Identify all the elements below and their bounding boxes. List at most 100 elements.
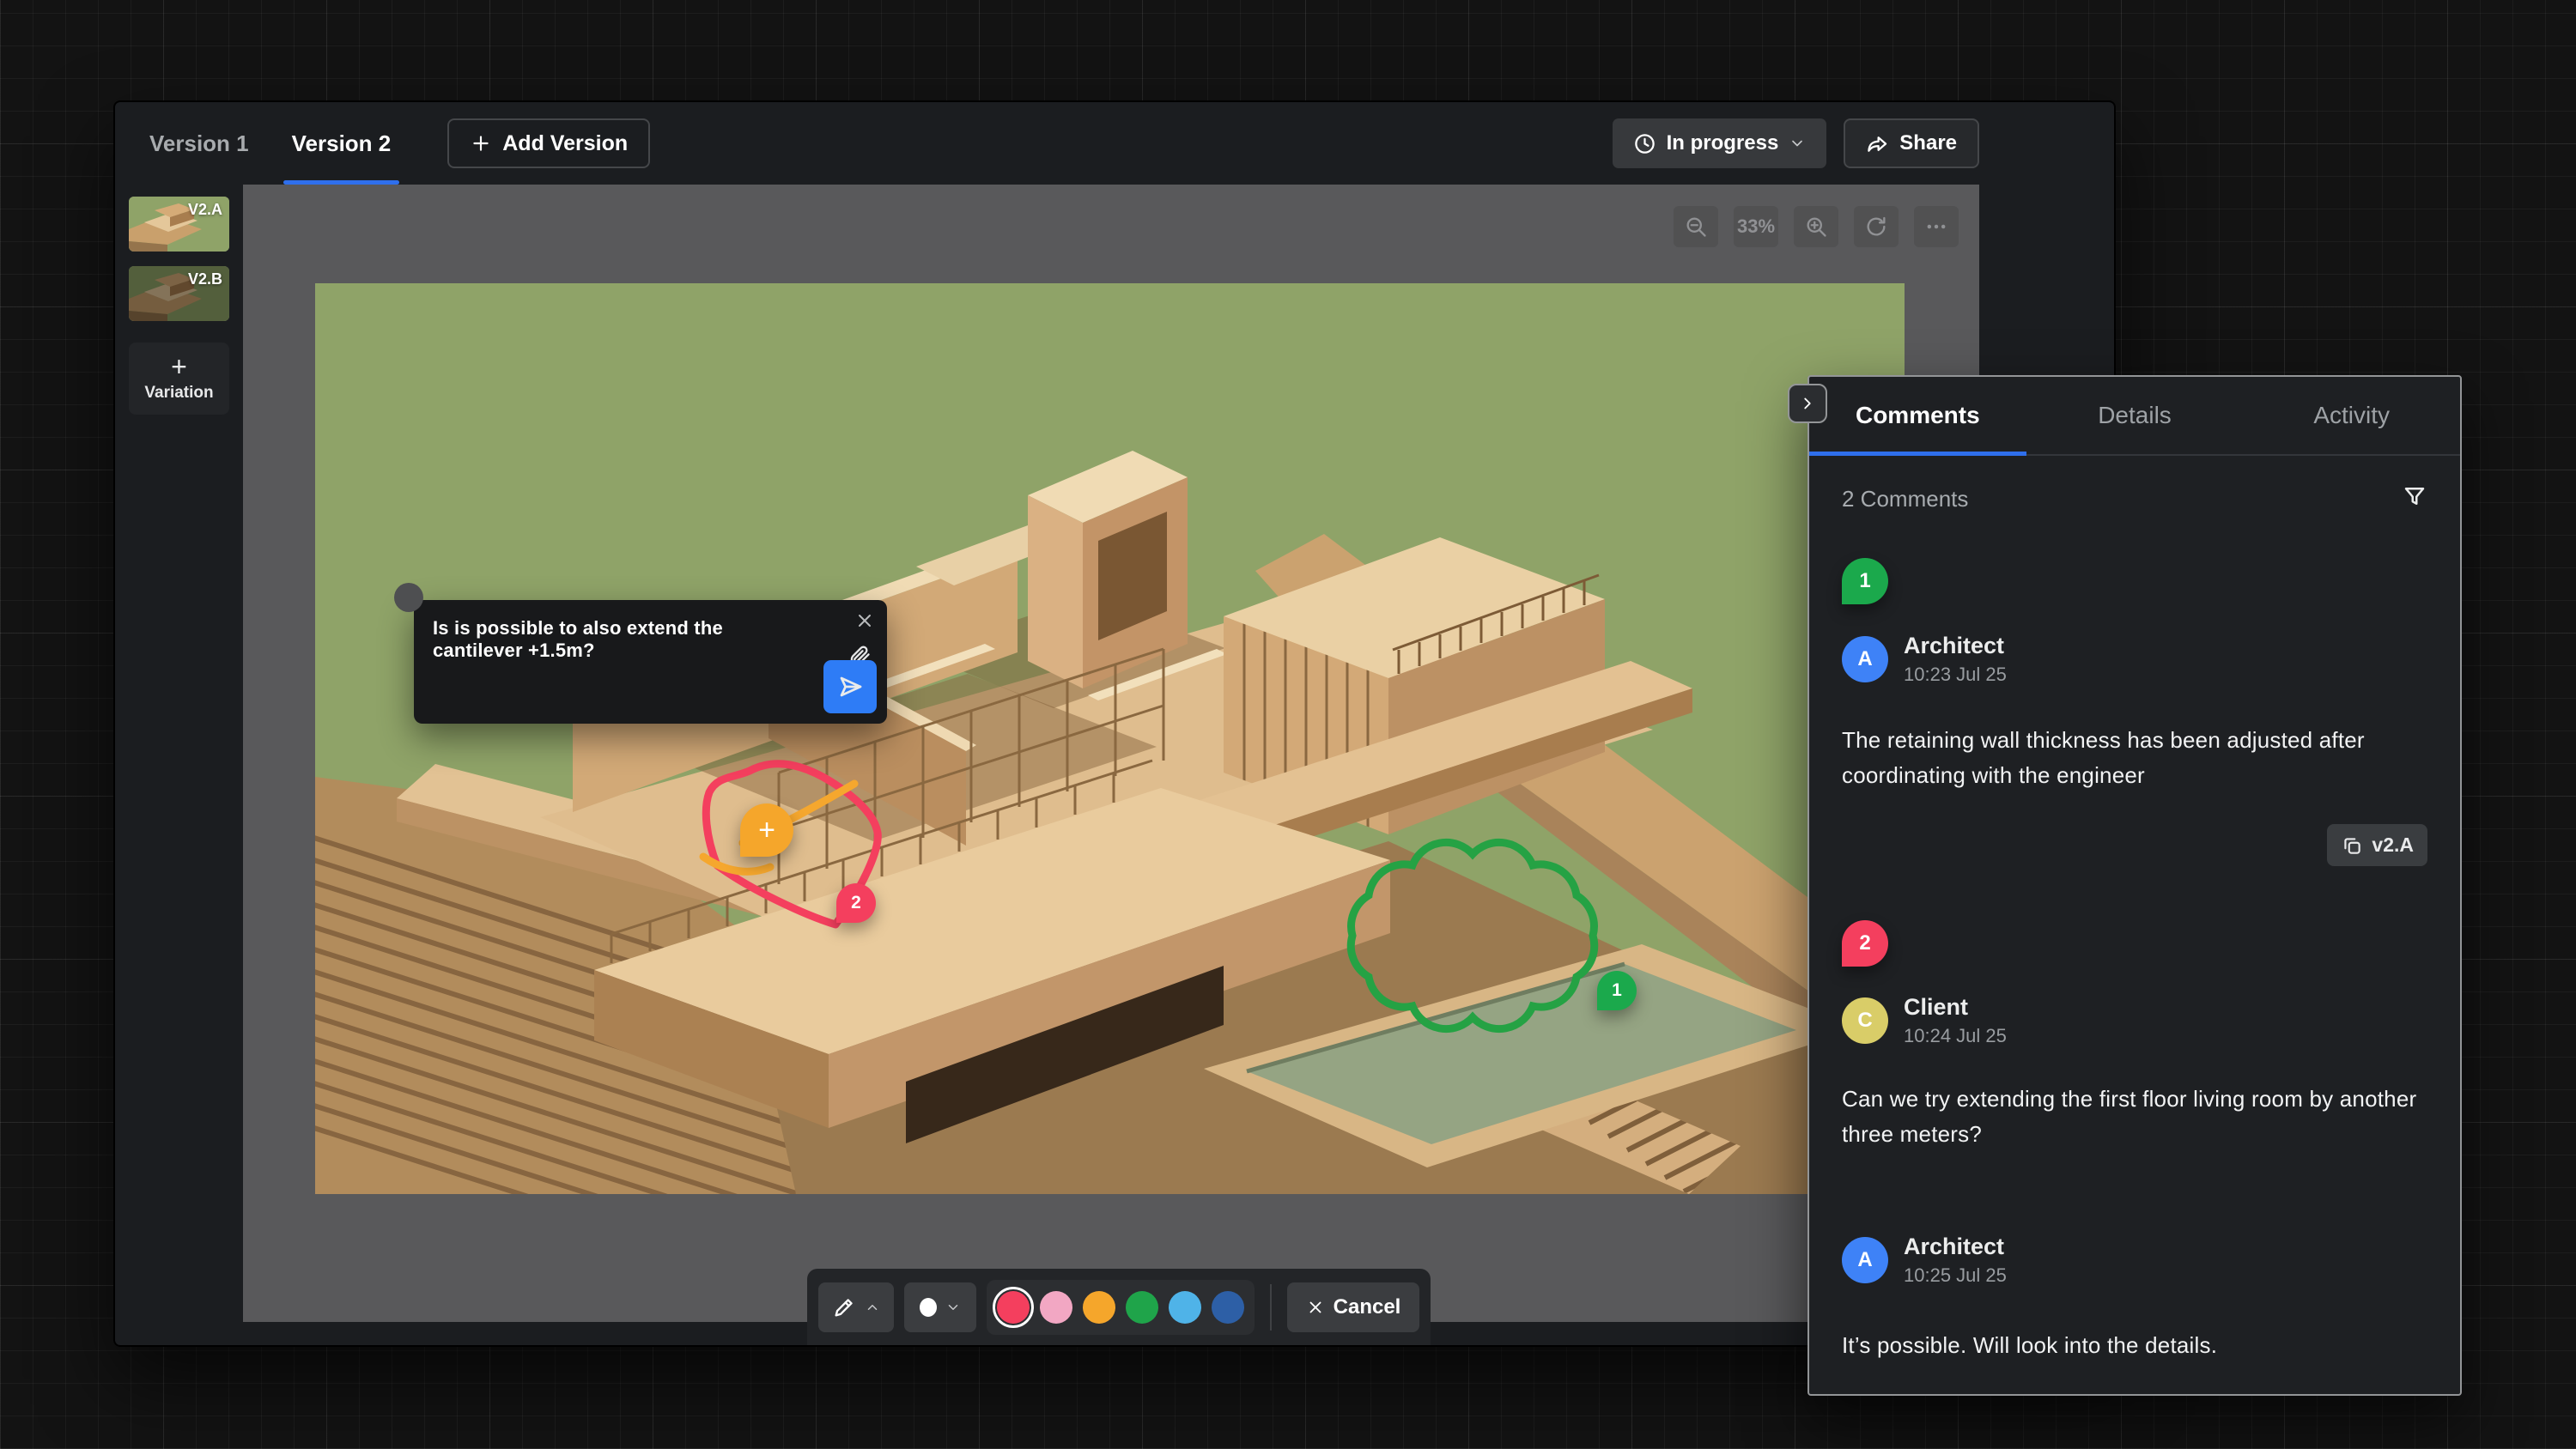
plus-icon: +: [171, 355, 187, 379]
avatar-initial: A: [1857, 1248, 1872, 1272]
send-comment-button[interactable]: [823, 660, 877, 713]
add-version-label: Add Version: [502, 131, 628, 156]
comment-pin-2[interactable]: 2: [836, 883, 876, 923]
comment-pin-1-label: 1: [1612, 980, 1622, 1001]
zoom-out-button[interactable]: [1674, 206, 1718, 247]
stroke-size-button[interactable]: [904, 1282, 976, 1332]
toolbar-divider: [1270, 1284, 1272, 1331]
zoom-level[interactable]: 33%: [1734, 206, 1778, 247]
clock-icon: [1633, 132, 1656, 155]
top-bar: Version 1 Version 2 Add Version In progr…: [115, 102, 2114, 185]
add-variation-button[interactable]: + Variation: [129, 343, 229, 415]
avatar: C: [1842, 997, 1888, 1044]
avatar: A: [1842, 636, 1888, 682]
swatch-pink[interactable]: [1040, 1291, 1072, 1324]
comment-timestamp: 10:25 Jul 25: [1904, 1264, 2007, 1287]
swatch-green[interactable]: [1126, 1291, 1158, 1324]
zoom-in-button[interactable]: [1794, 206, 1838, 247]
swatch-lightblue[interactable]: [1169, 1291, 1201, 1324]
variation-sidebar: V2.A V2.B + Variation: [115, 185, 243, 1345]
tab-details[interactable]: Details: [2026, 377, 2244, 454]
swatch-red[interactable]: [997, 1291, 1030, 1324]
refresh-icon: [1864, 215, 1888, 239]
new-comment-pin-label: +: [758, 814, 775, 847]
tab-activity-label: Activity: [2313, 402, 2390, 429]
avatar: A: [1842, 1237, 1888, 1283]
versions-icon: [2341, 834, 2363, 857]
comment-input-text[interactable]: Is is possible to also extend the cantil…: [433, 617, 810, 662]
comments-panel: Comments Details Activity 2 Comments 1 A: [1807, 375, 2462, 1396]
comment-timestamp: 10:24 Jul 25: [1904, 1025, 2007, 1047]
share-icon: [1866, 132, 1889, 155]
refresh-button[interactable]: [1854, 206, 1899, 247]
tab-version-2[interactable]: Version 2: [283, 102, 400, 185]
swatch-orange[interactable]: [1083, 1291, 1115, 1324]
desktop: { "window": { "topbar": { "tabs": [ {"la…: [0, 0, 2576, 1449]
swatch-darkblue[interactable]: [1212, 1291, 1244, 1324]
thumbnail-v2b[interactable]: V2.B: [129, 266, 229, 321]
pencil-icon: [832, 1295, 856, 1319]
comment-text: Can we try extending the first floor liv…: [1842, 1082, 2427, 1152]
viewer-canvas[interactable]: 33%: [243, 185, 1979, 1322]
comment-pin-2-label: 2: [851, 893, 861, 913]
comment-author: Architect: [1904, 633, 2007, 659]
stroke-size-dot: [920, 1298, 937, 1317]
tab-comments[interactable]: Comments: [1809, 377, 2026, 454]
comment-2-marker-number: 2: [1859, 931, 1870, 955]
tab-comments-label: Comments: [1856, 402, 1980, 429]
chevron-down-icon: [1789, 135, 1806, 152]
comment-1-marker: 1: [1842, 558, 1888, 604]
color-palette: [987, 1280, 1255, 1335]
comment-thread-1[interactable]: 1 A Architect 10:23 Jul 25 The retaining…: [1842, 558, 2427, 866]
filter-button[interactable]: [2402, 483, 2427, 515]
version-tag-chip[interactable]: v2.A: [2327, 824, 2427, 866]
add-variation-label: Variation: [144, 384, 213, 403]
cancel-label: Cancel: [1334, 1295, 1401, 1319]
add-version-button[interactable]: Add Version: [447, 118, 650, 168]
comment-anchor-dot[interactable]: [394, 583, 423, 612]
comment-thread-2[interactable]: 2 C Client 10:24 Jul 25 Can we try exten…: [1842, 920, 2427, 1152]
zoom-toolbar: 33%: [1674, 206, 1959, 247]
tab-activity[interactable]: Activity: [2243, 377, 2460, 454]
avatar-initial: C: [1857, 1009, 1872, 1033]
panel-body: 2 Comments 1 A Architect 10:23 Jul 25 Th…: [1809, 456, 2460, 1363]
comment-timestamp: 10:23 Jul 25: [1904, 664, 2007, 686]
tab-version-1[interactable]: Version 1: [141, 102, 258, 185]
comment-author: Architect: [1904, 1234, 2007, 1260]
avatar-initial: A: [1857, 647, 1872, 671]
comment-reply[interactable]: A Architect 10:25 Jul 25 It’s possible. …: [1842, 1234, 2427, 1363]
chevron-down-icon: [945, 1300, 961, 1315]
zoom-out-icon: [1684, 215, 1708, 239]
send-icon: [836, 673, 864, 700]
plus-icon: [470, 132, 492, 155]
comments-count: 2 Comments: [1842, 486, 1968, 512]
new-comment-pin[interactable]: +: [740, 803, 793, 857]
zoom-in-icon: [1804, 215, 1828, 239]
thumbnail-v2a[interactable]: V2.A: [129, 197, 229, 252]
active-panel-tab-indicator: [1809, 452, 2026, 456]
version-tag-label: v2.A: [2372, 834, 2414, 857]
more-options-button[interactable]: [1914, 206, 1959, 247]
chevron-up-icon: [865, 1300, 880, 1315]
filter-icon: [2402, 483, 2427, 509]
status-dropdown[interactable]: In progress: [1613, 118, 1827, 168]
thumbnail-v2b-label: V2.B: [188, 270, 222, 288]
share-label: Share: [1899, 131, 1957, 155]
drawing-toolbar: Cancel: [807, 1269, 1431, 1345]
panel-tabs: Comments Details Activity: [1809, 377, 2460, 456]
close-icon[interactable]: [854, 610, 875, 635]
comment-text: It’s possible. Will look into the detail…: [1842, 1328, 2427, 1363]
comment-input-box[interactable]: Is is possible to also extend the cantil…: [414, 600, 887, 724]
status-label: In progress: [1667, 131, 1779, 155]
tab-version-1-label: Version 1: [149, 130, 249, 157]
architectural-model: [315, 283, 1905, 1194]
ellipsis-icon: [1924, 215, 1948, 239]
tab-details-label: Details: [2098, 402, 2172, 429]
share-button[interactable]: Share: [1844, 118, 1979, 168]
x-icon: [1306, 1298, 1325, 1317]
comment-pin-1[interactable]: 1: [1597, 971, 1637, 1010]
model-render-image[interactable]: + 2 1 Is is possible to also extend the …: [315, 283, 1905, 1194]
cancel-button[interactable]: Cancel: [1287, 1282, 1420, 1332]
zoom-level-value: 33%: [1737, 215, 1775, 238]
pen-tool-button[interactable]: [818, 1282, 894, 1332]
